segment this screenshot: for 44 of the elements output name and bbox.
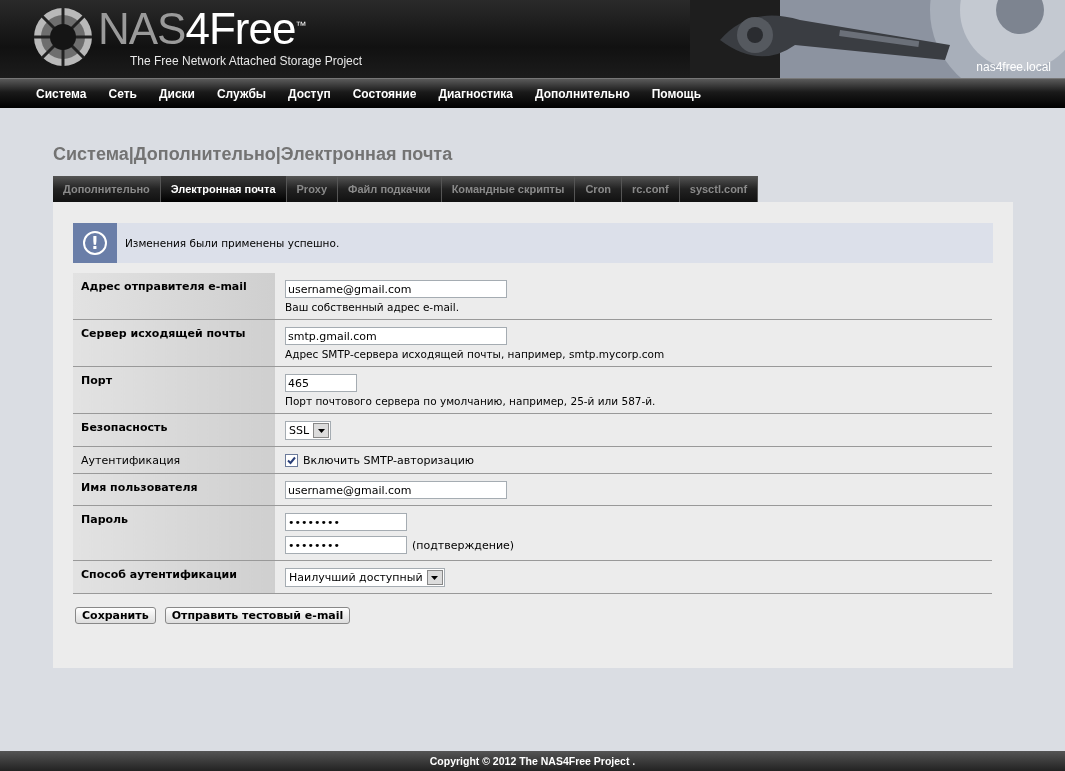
tab[interactable]: Электронная почта bbox=[160, 176, 287, 202]
field-label: Адрес отправителя e-mail bbox=[73, 273, 275, 320]
input-field[interactable]: username@gmail.com bbox=[285, 280, 507, 298]
hint-text: Ваш собственный адрес e-mail. bbox=[285, 301, 460, 313]
checkbox[interactable] bbox=[285, 454, 298, 467]
input-field[interactable]: username@gmail.com bbox=[285, 481, 507, 499]
field-label: Способ аутентификации bbox=[73, 560, 275, 594]
checkbox-label: Включить SMTP-авторизацию bbox=[303, 454, 475, 467]
form-button[interactable]: Сохранить bbox=[75, 607, 156, 624]
password-field[interactable]: •••••••• bbox=[285, 513, 407, 531]
logo-icon bbox=[32, 6, 94, 68]
menu-item[interactable]: Диски bbox=[147, 83, 206, 104]
input-field[interactable]: 465 bbox=[285, 374, 357, 392]
menu-item[interactable]: Службы bbox=[205, 83, 278, 104]
menu-item[interactable]: Помощь bbox=[640, 83, 713, 104]
hint-text: Порт почтового сервера по умолчанию, например, 25-й или 587-й. bbox=[285, 395, 657, 407]
caret-icon bbox=[317, 428, 325, 433]
password-field[interactable]: •••••••• bbox=[285, 536, 407, 554]
menu-item[interactable]: Сеть bbox=[97, 83, 148, 104]
field-label: Имя пользователя bbox=[73, 473, 275, 506]
menu-item[interactable]: Состояние bbox=[341, 83, 428, 104]
hint-text: Адрес SMTP-сервера исходящей почты, например, smtp.mycorp.com bbox=[285, 348, 666, 360]
copyright-text: Copyright © 2012 The NAS4Free Project . bbox=[429, 755, 636, 767]
menu-item[interactable]: Диагностика bbox=[427, 83, 525, 104]
hostname: nas4free.local bbox=[976, 60, 1051, 74]
field-label: Аутентификация bbox=[73, 446, 275, 474]
info-icon: ! bbox=[83, 231, 107, 255]
menu-item[interactable]: Система bbox=[25, 83, 98, 104]
select-field[interactable]: Наилучший доступный bbox=[285, 568, 445, 587]
menu-item[interactable]: Дополнительно bbox=[524, 83, 641, 104]
caret-icon bbox=[431, 575, 439, 580]
select-field[interactable]: SSL bbox=[285, 421, 332, 440]
field-label: Порт bbox=[73, 366, 275, 414]
input-field[interactable]: smtp.gmail.com bbox=[285, 327, 507, 345]
field-label: Сервер исходящей почты bbox=[73, 319, 275, 367]
field-label: Безопасность bbox=[73, 413, 275, 447]
confirm-label: (подтверждение) bbox=[412, 538, 515, 552]
field-label: Пароль bbox=[73, 505, 275, 561]
logo-text: NAS4Free$^{™}$ bbox=[98, 6, 307, 52]
message-text: Изменения были применены успешно. bbox=[124, 237, 340, 249]
tagline: The Free Network Attached Storage Project bbox=[130, 54, 363, 68]
page-title: Система|Дополнительно|Электронная почта bbox=[53, 144, 454, 166]
menu-item[interactable]: Доступ bbox=[277, 83, 342, 104]
form-button[interactable]: Отправить тестовый e-mail bbox=[164, 607, 351, 624]
